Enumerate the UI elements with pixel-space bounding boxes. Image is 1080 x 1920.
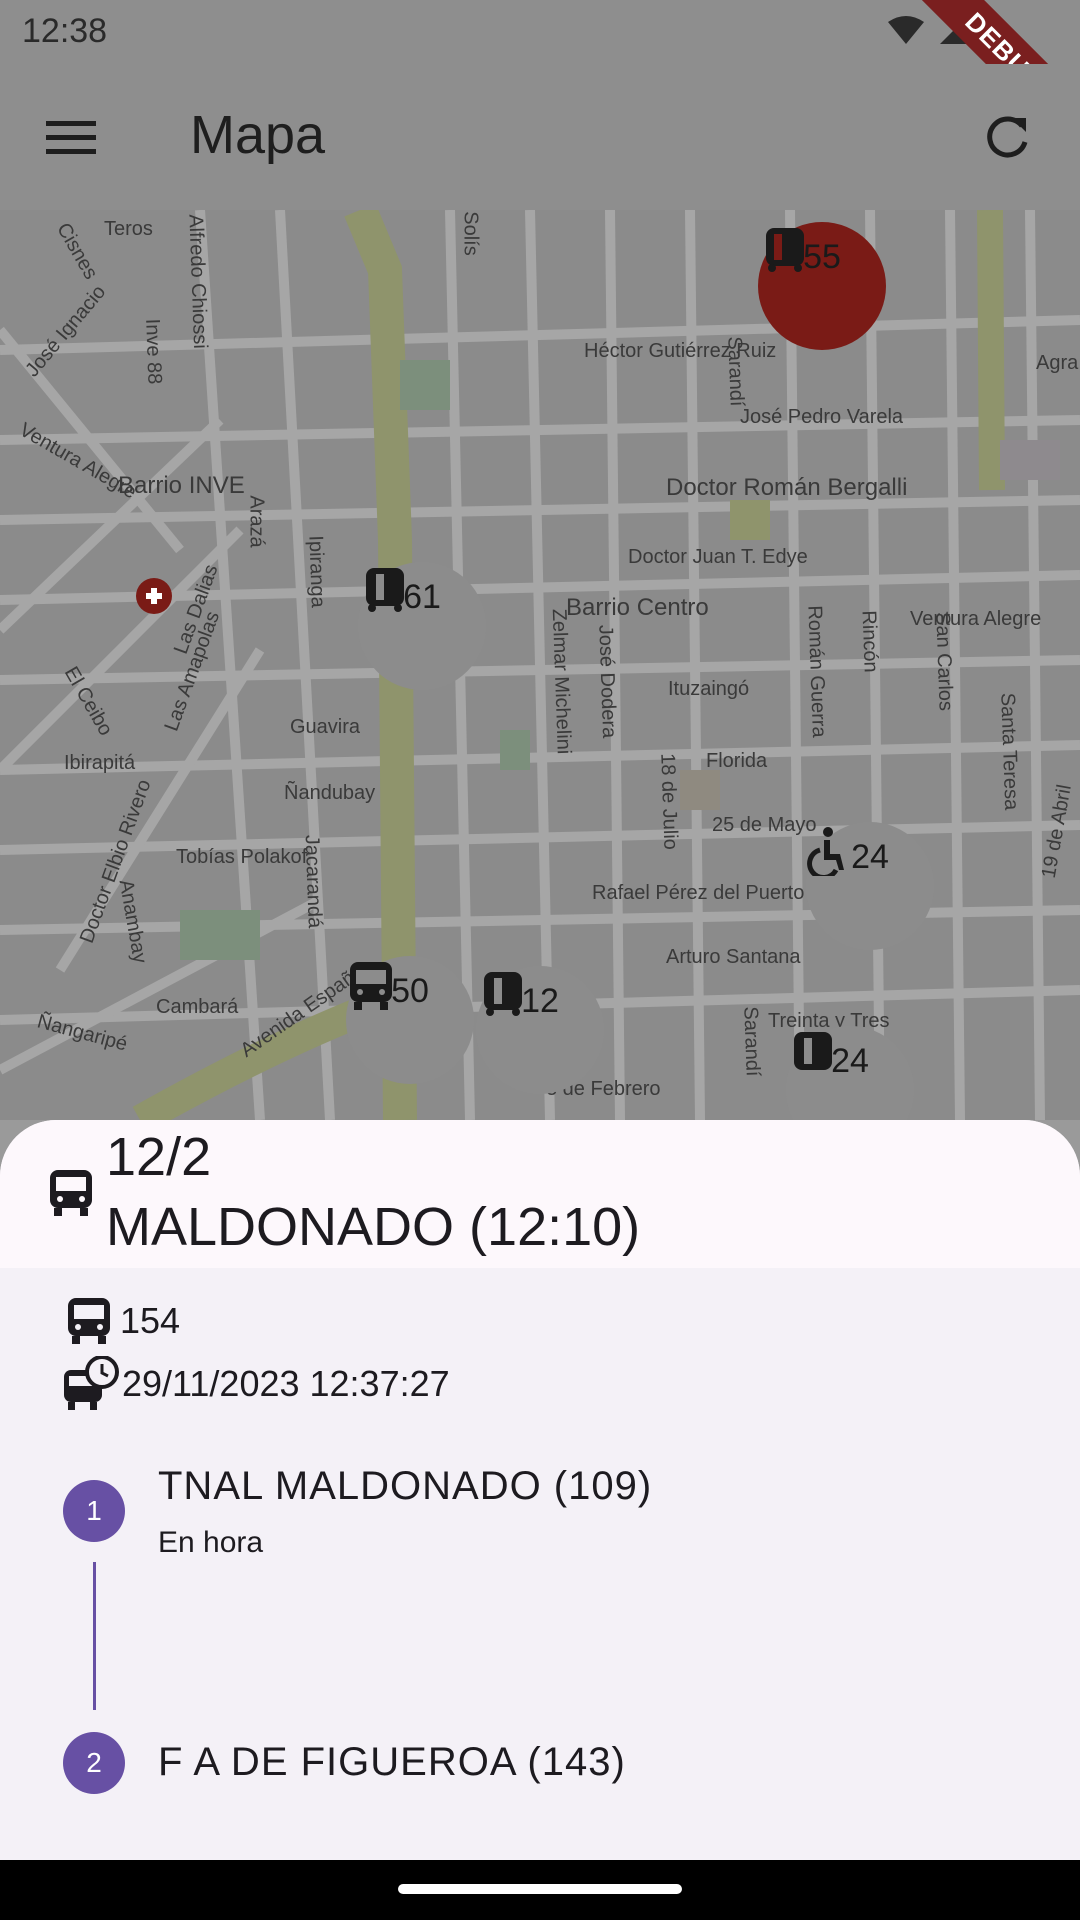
map-view[interactable]: Teros Cisnes Alfredo Chiossi Solís José … [0,210,1080,1120]
map-label: 25 de Mayo [712,814,817,836]
train-icon [766,228,804,272]
map-label: Arazá [245,495,268,548]
map-label: Sarandí [739,1006,764,1077]
map-label: 18 de Julio [656,752,682,851]
bus-icon [350,962,392,1010]
map-label: Guavira [290,716,361,738]
bus-icon [50,1170,92,1216]
map-label: Rincón [857,609,882,673]
map-label: Santa Teresa [996,692,1023,811]
stop-index-badge: 2 [63,1732,125,1794]
map-label: Doctor Juan T. Edye [628,546,808,568]
map-label: Tobías Polakof [176,846,308,868]
map-cluster-marker[interactable]: 50 [346,956,474,1084]
map-label: José Dodera [594,624,621,739]
map-label: Jacarandá [300,834,326,929]
stop-name[interactable]: F A DE FIGUEROA (143) [158,1740,626,1785]
map-label: Solís [459,211,482,256]
train-icon [794,1032,832,1070]
system-nav-bar [0,1860,1080,1920]
map-label: Arturo Santana [666,946,801,968]
cluster-count: 24 [851,838,889,876]
map-label: Román Guerra [803,604,830,738]
map-label: San Carlos [931,611,957,712]
status-time: 12:38 [22,12,108,50]
map-label: Ituzaingó [668,678,750,700]
map-label: Rafael Pérez del Puerto [592,882,805,904]
stop-name[interactable]: TNAL MALDONADO (109) [158,1464,652,1509]
wheelchair-icon [807,827,844,876]
map-label: Teros [104,218,153,240]
train-icon [366,568,404,612]
app-bar: Mapa [0,64,1080,210]
cluster-count: 50 [391,972,429,1010]
route-destination: MALDONADO (12:10) [106,1197,641,1257]
map-cluster-marker[interactable]: 12 [476,966,604,1094]
map-label: Agra [1036,352,1079,374]
stop-connector-line [93,1562,96,1710]
train-icon [484,972,522,1016]
stop-index-badge: 1 [63,1480,125,1542]
map-label: Florida [706,750,768,772]
stop-status: En hora [158,1526,264,1559]
map-label: Inve 88 [141,318,166,385]
page-title: Mapa [190,105,326,165]
sheet-header: 12/2 MALDONADO (12:10) [0,1120,1080,1268]
home-gesture-handle[interactable] [398,1884,682,1894]
map-cluster-marker[interactable]: 24 [806,822,934,950]
wifi-icon [888,16,924,44]
status-bar: 12:38 [0,0,1080,64]
route-number: 12/2 [106,1127,212,1187]
menu-icon [46,121,96,154]
map-label: Ipiranga [304,534,329,608]
refresh-button[interactable] [974,104,1040,170]
map-label: Héctor Gutiérrez Ruiz [584,340,777,362]
map-cluster-marker[interactable]: 61 [358,562,486,690]
map-label: Barrio Centro [566,594,709,621]
bus-clock-icon [64,1356,119,1410]
vehicle-row: 154 [66,1296,180,1346]
map-label: Alfredo Chiossi [184,213,212,350]
map-label: Cambará [156,996,239,1018]
map-label: Barrio INVE [118,472,245,499]
trip-bottom-sheet[interactable]: 12/2 MALDONADO (12:10) 154 29/11/2023 12… [0,1120,1080,1860]
menu-button[interactable] [40,106,102,168]
map-label: Doctor Román Bergalli [666,474,908,501]
timestamp-row: 29/11/2023 12:37:27 [62,1356,450,1412]
refresh-icon [987,116,1028,158]
vehicle-number: 154 [120,1300,181,1341]
map-label: Sarandí [723,336,748,407]
last-update-timestamp: 29/11/2023 12:37:27 [122,1363,450,1404]
bus-icon [68,1298,110,1344]
map-label: Ibirapitá [64,752,136,774]
map-label: Ñandubay [284,782,376,804]
map-cluster-marker[interactable]: 55 [758,222,886,350]
map-label: José Pedro Varela [740,406,904,428]
